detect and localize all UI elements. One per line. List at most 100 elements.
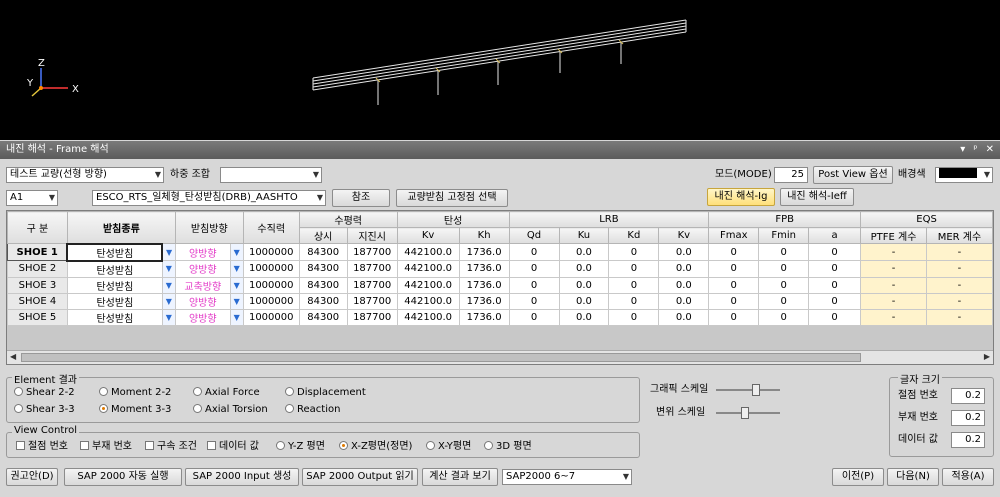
- ptfe-cell[interactable]: -: [860, 243, 927, 261]
- fmin-cell[interactable]: 0: [758, 308, 810, 326]
- bearing-dir-cell[interactable]: 양방향: [174, 243, 231, 261]
- h-normal-cell[interactable]: 84300: [298, 243, 348, 261]
- reference-button[interactable]: 참조: [332, 189, 390, 207]
- sap-version-select[interactable]: SAP2000 6~7 ▼: [502, 469, 632, 485]
- ku-cell[interactable]: 0.0: [558, 308, 610, 326]
- h-quake-cell[interactable]: 187700: [346, 292, 398, 310]
- bearing-type-cell[interactable]: 탄성받침: [66, 260, 163, 278]
- lrb-kv-cell[interactable]: 0.0: [658, 243, 710, 261]
- bearing-dir-cell[interactable]: 양방향: [174, 260, 231, 278]
- row-header[interactable]: SHOE 2: [7, 260, 68, 278]
- dropdown-arrow-icon[interactable]: ▼: [229, 243, 244, 261]
- vertical-cell[interactable]: 1000000: [242, 243, 300, 261]
- qd-cell[interactable]: 0: [508, 308, 560, 326]
- a-cell[interactable]: 0: [808, 308, 862, 326]
- h-normal-cell[interactable]: 84300: [298, 276, 348, 294]
- kv-cell[interactable]: 442100.0: [396, 292, 460, 310]
- radio-icon[interactable]: [484, 441, 493, 450]
- kh-cell[interactable]: 1736.0: [458, 260, 510, 278]
- element-result-option[interactable]: Moment 3-3: [99, 403, 171, 417]
- ku-cell[interactable]: 0.0: [558, 276, 610, 294]
- bearing-type-cell[interactable]: 탄성받침: [66, 292, 163, 310]
- post-view-button[interactable]: Post View 옵션: [813, 166, 893, 184]
- disp-scale-knob[interactable]: [741, 407, 749, 419]
- bearing-type-cell[interactable]: 탄성받침: [66, 242, 164, 262]
- element-result-option[interactable]: Moment 2-2: [99, 386, 171, 400]
- radio-icon[interactable]: [193, 387, 202, 396]
- dropdown-arrow-icon[interactable]: ▼: [161, 292, 176, 310]
- radio-icon[interactable]: [99, 387, 108, 396]
- sap-input-button[interactable]: SAP 2000 Input 생성: [185, 468, 299, 486]
- dropdown-arrow-icon[interactable]: ▼: [161, 276, 176, 294]
- view-control-checkbox[interactable]: 절점 번호: [16, 440, 68, 454]
- load-combo-select[interactable]: ▼: [220, 167, 322, 183]
- bg-color-select[interactable]: ▼: [935, 167, 993, 183]
- member-size-input[interactable]: 0.2: [951, 410, 985, 426]
- fmin-cell[interactable]: 0: [758, 292, 810, 310]
- graphic-scale-knob[interactable]: [752, 384, 760, 396]
- mer-cell[interactable]: -: [925, 260, 993, 278]
- radio-icon[interactable]: [285, 387, 294, 396]
- checkbox-icon[interactable]: [16, 441, 25, 450]
- prev-button[interactable]: 이전(P): [832, 468, 884, 486]
- close-icon[interactable]: ✕: [986, 141, 994, 159]
- ku-cell[interactable]: 0.0: [558, 292, 610, 310]
- dropdown-arrow-icon[interactable]: ▼: [161, 308, 176, 326]
- radio-icon[interactable]: [14, 404, 23, 413]
- scroll-left-icon[interactable]: ◀: [10, 352, 16, 361]
- vertical-cell[interactable]: 1000000: [242, 276, 300, 294]
- pin-icon[interactable]: ᵖ: [973, 141, 977, 159]
- kd-cell[interactable]: 0: [608, 260, 660, 278]
- node-size-input[interactable]: 0.2: [951, 388, 985, 404]
- bearing-type-cell[interactable]: 탄성받침: [66, 308, 163, 326]
- radio-icon[interactable]: [426, 441, 435, 450]
- mer-cell[interactable]: -: [925, 292, 993, 310]
- kd-cell[interactable]: 0: [608, 308, 660, 326]
- h-normal-cell[interactable]: 84300: [298, 308, 348, 326]
- ptfe-cell[interactable]: -: [860, 276, 927, 294]
- fmax-cell[interactable]: 0: [708, 276, 760, 294]
- a-cell[interactable]: 0: [808, 260, 862, 278]
- fmax-cell[interactable]: 0: [708, 292, 760, 310]
- lrb-kv-cell[interactable]: 0.0: [658, 308, 710, 326]
- ptfe-cell[interactable]: -: [860, 260, 927, 278]
- mer-cell[interactable]: -: [925, 243, 993, 261]
- kh-cell[interactable]: 1736.0: [458, 292, 510, 310]
- fmax-cell[interactable]: 0: [708, 260, 760, 278]
- apply-button[interactable]: 적용(A): [942, 468, 994, 486]
- qd-cell[interactable]: 0: [508, 260, 560, 278]
- horizontal-scrollbar[interactable]: ◀ ▶: [7, 350, 993, 364]
- element-result-option[interactable]: Shear 2-2: [14, 386, 75, 400]
- checkbox-icon[interactable]: [145, 441, 154, 450]
- h-normal-cell[interactable]: 84300: [298, 260, 348, 278]
- kv-cell[interactable]: 442100.0: [396, 243, 460, 261]
- table-row[interactable]: SHOE 2 탄성받침 ▼ 양방향 ▼ 1000000 84300 187700 442100.…: [7, 260, 993, 278]
- table-row[interactable]: SHOE 4 탄성받침 ▼ 양방향 ▼ 1000000 84300 187700 442100.…: [7, 292, 993, 310]
- row-header[interactable]: SHOE 3: [7, 276, 68, 294]
- vertical-cell[interactable]: 1000000: [242, 308, 300, 326]
- dropdown-arrow-icon[interactable]: ▼: [161, 260, 176, 278]
- vertical-cell[interactable]: 1000000: [242, 292, 300, 310]
- view-plane-option[interactable]: Y-Z 평면: [276, 440, 325, 454]
- dropdown-icon[interactable]: ▾: [960, 141, 965, 159]
- kh-cell[interactable]: 1736.0: [458, 308, 510, 326]
- fix-point-button[interactable]: 교량받침 고정점 선택: [396, 189, 508, 207]
- kd-cell[interactable]: 0: [608, 276, 660, 294]
- bearing-dir-cell[interactable]: 양방향: [174, 308, 231, 326]
- bearing-type-cell[interactable]: 탄성받침: [66, 276, 163, 294]
- table-row[interactable]: SHOE 3 탄성받침 ▼ 교축방향 ▼ 1000000 84300 187700 442100…: [7, 276, 993, 294]
- radio-icon[interactable]: [193, 404, 202, 413]
- radio-icon[interactable]: [99, 404, 108, 413]
- kd-cell[interactable]: 0: [608, 292, 660, 310]
- ku-cell[interactable]: 0.0: [558, 260, 610, 278]
- dropdown-arrow-icon[interactable]: ▼: [161, 243, 176, 261]
- dropdown-arrow-icon[interactable]: ▼: [229, 308, 244, 326]
- view-plane-option[interactable]: X-Z평면(정면): [339, 440, 412, 454]
- kd-cell[interactable]: 0: [608, 243, 660, 261]
- a-cell[interactable]: 0: [808, 243, 862, 261]
- bearing-dir-cell[interactable]: 교축방향: [174, 276, 231, 294]
- calc-result-button[interactable]: 계산 결과 보기: [422, 468, 498, 486]
- recommend-button[interactable]: 권고안(D): [6, 468, 58, 486]
- a-cell[interactable]: 0: [808, 276, 862, 294]
- mode-input[interactable]: 25: [774, 167, 808, 183]
